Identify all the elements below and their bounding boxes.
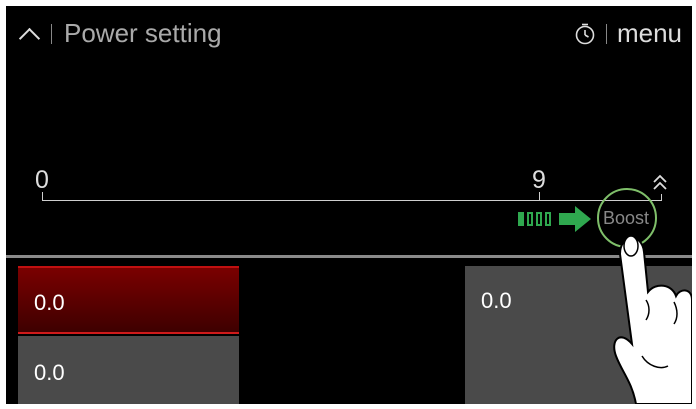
zone-lower-left[interactable]: 0.0 bbox=[18, 336, 239, 404]
zone-active[interactable]: 0.0 bbox=[18, 266, 239, 334]
scale-tick-min bbox=[42, 192, 43, 201]
boost-bar bbox=[527, 212, 533, 226]
boost-bar bbox=[536, 212, 542, 226]
scale-tick-boost bbox=[661, 194, 662, 201]
scale-tick-max bbox=[539, 192, 540, 201]
menu-button[interactable]: menu bbox=[617, 18, 682, 48]
pointing-hand-icon bbox=[613, 235, 692, 404]
zone-active-value: 0.0 bbox=[34, 290, 65, 315]
header-separator bbox=[51, 24, 52, 44]
cooktop-screen: Power setting menu 0 9 Boost 0.0 0.0 0.0 bbox=[6, 6, 692, 404]
power-scale-slider[interactable] bbox=[42, 200, 662, 201]
timer-icon[interactable] bbox=[574, 23, 596, 45]
zone-lower-value: 0.0 bbox=[34, 360, 65, 385]
scale-min-label: 0 bbox=[35, 166, 49, 194]
boost-bar bbox=[545, 212, 551, 226]
header-left: Power setting bbox=[18, 18, 222, 49]
chevron-up-icon[interactable] bbox=[18, 27, 41, 49]
scale-max-label: 9 bbox=[532, 166, 546, 194]
boost-level-bars bbox=[518, 212, 551, 226]
zone-right-value: 0.0 bbox=[481, 288, 512, 313]
header-separator bbox=[605, 24, 607, 44]
double-chevron-up-icon bbox=[653, 174, 667, 190]
boost-bar bbox=[518, 212, 524, 226]
page-title: Power setting bbox=[64, 18, 222, 48]
header-right: menu bbox=[574, 18, 682, 48]
